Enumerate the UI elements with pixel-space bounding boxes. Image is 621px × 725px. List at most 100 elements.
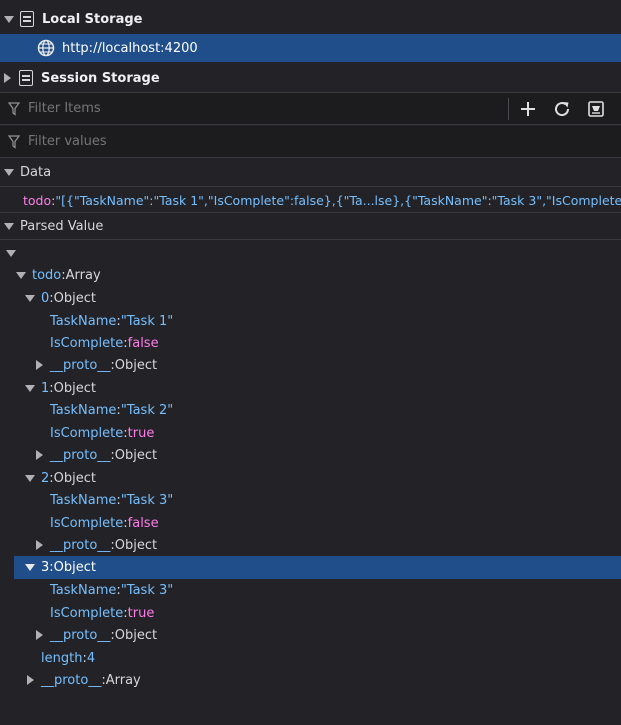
length-value: 4 bbox=[86, 650, 96, 666]
filter-icon bbox=[8, 101, 20, 116]
item-1-row[interactable]: 1: Object bbox=[0, 377, 621, 399]
item-0-proto[interactable]: __proto__: Object bbox=[0, 354, 621, 376]
proto-key: __proto__ bbox=[50, 447, 111, 463]
expand-arrow-icon[interactable] bbox=[25, 294, 35, 302]
origin-localhost-item[interactable]: http://localhost:4200 bbox=[0, 34, 621, 62]
item-3-proto[interactable]: __proto__: Object bbox=[0, 624, 621, 646]
item-type: Object bbox=[53, 560, 97, 575]
taskname-value: "Task 2" bbox=[120, 402, 174, 418]
item-0-taskname[interactable]: TaskName: "Task 1" bbox=[0, 310, 621, 332]
values-filter-bar bbox=[0, 126, 621, 158]
collapse-arrow-icon[interactable] bbox=[36, 450, 43, 460]
iscomplete-key: IsComplete bbox=[50, 605, 124, 621]
item-1-proto[interactable]: __proto__: Object bbox=[0, 444, 621, 466]
data-section-header[interactable]: Data bbox=[0, 159, 621, 187]
proto-type: Array bbox=[105, 672, 141, 688]
taskname-value: "Task 1" bbox=[120, 313, 174, 329]
expand-arrow-icon[interactable] bbox=[6, 249, 16, 257]
plus-icon bbox=[521, 101, 535, 116]
todo-type: Array bbox=[65, 267, 101, 283]
collapse-arrow-icon[interactable] bbox=[27, 675, 34, 685]
filter-icon bbox=[8, 134, 20, 149]
storage-icon bbox=[20, 11, 34, 27]
globe-icon bbox=[37, 39, 55, 57]
proto-type: Object bbox=[114, 627, 158, 643]
data-value-row[interactable]: todo: "[{"TaskName":"Task 1","IsComplete"… bbox=[0, 188, 621, 213]
proto-type: Object bbox=[114, 357, 158, 373]
item-2-proto[interactable]: __proto__: Object bbox=[0, 534, 621, 556]
item-type: Object bbox=[53, 470, 97, 486]
item-type: Object bbox=[53, 290, 97, 306]
iscomplete-value: true bbox=[127, 425, 155, 441]
item-3-iscomplete[interactable]: IsComplete: true bbox=[0, 602, 621, 624]
length-row[interactable]: length:4 bbox=[0, 647, 621, 669]
item-1-iscomplete[interactable]: IsComplete: true bbox=[0, 422, 621, 444]
expand-arrow-icon[interactable] bbox=[4, 222, 14, 230]
proto-key: __proto__ bbox=[50, 627, 111, 643]
data-section-title: Data bbox=[20, 165, 52, 180]
collapse-arrow-icon[interactable] bbox=[4, 73, 11, 83]
item-2-row[interactable]: 2: Object bbox=[0, 467, 621, 489]
collapse-arrow-icon[interactable] bbox=[36, 540, 43, 550]
taskname-key: TaskName bbox=[50, 313, 117, 329]
expand-arrow-icon[interactable] bbox=[16, 271, 26, 279]
item-type: Object bbox=[53, 380, 97, 396]
expand-arrow-icon[interactable] bbox=[25, 384, 35, 392]
session-storage-row[interactable]: Session Storage bbox=[0, 64, 621, 93]
item-2-iscomplete[interactable]: IsComplete: false bbox=[0, 512, 621, 534]
storage-icon bbox=[19, 70, 33, 86]
taskname-key: TaskName bbox=[50, 582, 117, 598]
clear-storage-icon bbox=[588, 100, 604, 117]
local-storage-label: Local Storage bbox=[42, 11, 143, 27]
iscomplete-value: false bbox=[127, 335, 159, 351]
item-index: 0 bbox=[41, 290, 50, 306]
items-toolbar bbox=[0, 93, 621, 125]
collapse-arrow-icon[interactable] bbox=[36, 360, 43, 370]
expand-arrow-icon[interactable] bbox=[4, 169, 14, 176]
taskname-value: "Task 3" bbox=[120, 492, 174, 508]
expand-arrow-icon[interactable] bbox=[4, 15, 14, 23]
item-0-iscomplete[interactable]: IsComplete: false bbox=[0, 332, 621, 354]
data-value: "[{"TaskName":"Task 1","IsComplete":fals… bbox=[55, 192, 621, 208]
refresh-icon bbox=[555, 101, 570, 116]
item-index: 1 bbox=[41, 380, 50, 396]
taskname-value: "Task 3" bbox=[120, 582, 174, 598]
proto-type: Object bbox=[114, 447, 158, 463]
array-proto-row[interactable]: __proto__: Array bbox=[0, 669, 621, 691]
item-2-taskname[interactable]: TaskName: "Task 3" bbox=[0, 489, 621, 511]
filter-values-input[interactable] bbox=[26, 133, 590, 150]
session-storage-label: Session Storage bbox=[41, 70, 160, 86]
item-index: 2 bbox=[41, 470, 50, 486]
item-index: 3 bbox=[41, 560, 50, 575]
parsed-section-header[interactable]: Parsed Value bbox=[0, 213, 621, 240]
proto-key: __proto__ bbox=[50, 357, 111, 373]
iscomplete-value: false bbox=[127, 515, 159, 531]
collapse-arrow-icon[interactable] bbox=[36, 630, 43, 640]
item-3-row[interactable]: 3: Object bbox=[14, 556, 621, 579]
iscomplete-key: IsComplete bbox=[50, 335, 124, 351]
parsed-section-title: Parsed Value bbox=[20, 218, 104, 234]
data-key: todo bbox=[23, 192, 52, 208]
delete-all-button[interactable] bbox=[585, 98, 607, 120]
item-1-taskname[interactable]: TaskName: "Task 2" bbox=[0, 399, 621, 421]
add-item-button[interactable] bbox=[517, 98, 539, 120]
local-storage-row[interactable]: Local Storage bbox=[0, 6, 621, 32]
length-key: length bbox=[41, 650, 83, 666]
expand-arrow-icon[interactable] bbox=[25, 564, 35, 571]
todo-array-row[interactable]: todo: Array bbox=[0, 264, 621, 286]
proto-key: __proto__ bbox=[50, 537, 111, 553]
proto-type: Object bbox=[114, 537, 158, 553]
todo-key: todo bbox=[32, 267, 62, 283]
iscomplete-key: IsComplete bbox=[50, 425, 124, 441]
proto-key: __proto__ bbox=[41, 672, 102, 688]
iscomplete-value: true bbox=[127, 605, 155, 621]
taskname-key: TaskName bbox=[50, 402, 117, 418]
item-0-row[interactable]: 0: Object bbox=[0, 287, 621, 309]
filter-items-input[interactable] bbox=[26, 100, 500, 117]
expand-arrow-icon[interactable] bbox=[25, 474, 35, 482]
taskname-key: TaskName bbox=[50, 492, 117, 508]
origin-label: http://localhost:4200 bbox=[62, 40, 198, 56]
item-3-taskname[interactable]: TaskName: "Task 3" bbox=[0, 579, 621, 601]
parsed-root-row[interactable] bbox=[0, 243, 621, 263]
refresh-button[interactable] bbox=[551, 98, 573, 120]
